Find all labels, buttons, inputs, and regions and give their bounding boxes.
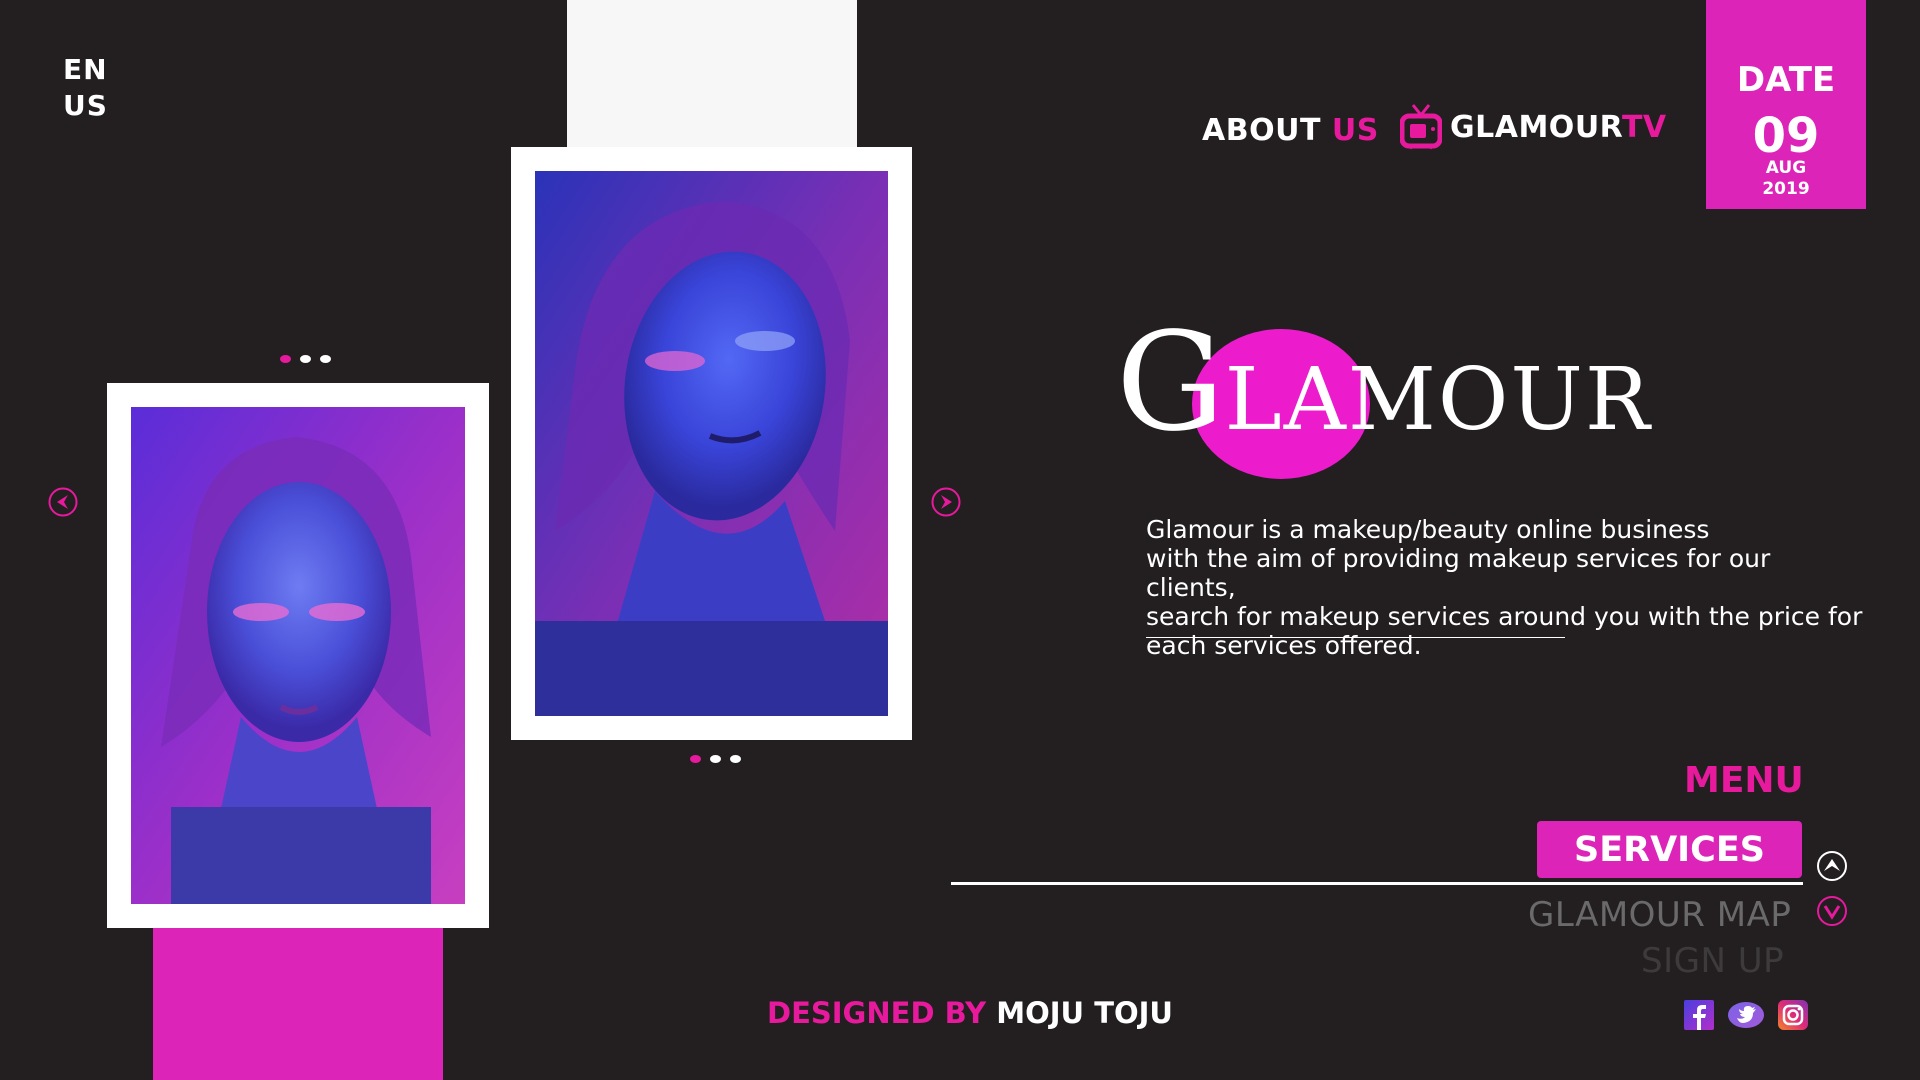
- photo-frame-left: [107, 383, 489, 928]
- decorative-white-block: [567, 0, 857, 150]
- carousel-dots-right[interactable]: [690, 755, 741, 763]
- tv-icon: [1400, 104, 1442, 150]
- date-day: 09: [1752, 108, 1820, 164]
- carousel-dot[interactable]: [690, 755, 701, 763]
- description-line: Glamour is a makeup/beauty online busine…: [1146, 515, 1710, 544]
- logo-rest: LAMOUR: [1224, 350, 1652, 450]
- social-links: [1684, 1000, 1808, 1030]
- carousel-dot[interactable]: [710, 755, 721, 763]
- chevron-down-icon[interactable]: [1816, 895, 1848, 927]
- decorative-pink-block: [153, 925, 443, 1080]
- description-line: with the aim of providing makeup service…: [1146, 544, 1771, 602]
- carousel-dots-left[interactable]: [280, 355, 331, 363]
- carousel-dot[interactable]: [300, 355, 311, 363]
- menu-item-sign-up[interactable]: SIGN UP: [1641, 941, 1784, 981]
- nav-tv-prefix: GLAMOUR: [1450, 109, 1622, 145]
- instagram-icon[interactable]: [1778, 1000, 1808, 1030]
- menu-divider: [951, 882, 1803, 885]
- model-photo-eyes-closed: [131, 407, 465, 904]
- designer-name: MOJU TOJU: [996, 996, 1173, 1030]
- description-line: each services offered.: [1146, 631, 1422, 660]
- twitter-icon[interactable]: [1728, 1000, 1764, 1030]
- arrow-left-icon[interactable]: [48, 487, 78, 517]
- description: Glamour is a makeup/beauty online busine…: [1146, 515, 1866, 660]
- glamour-logo: GLAMOUR: [1116, 315, 1650, 485]
- date-label: DATE: [1736, 60, 1836, 100]
- menu-item-services[interactable]: SERVICES: [1537, 821, 1802, 878]
- nav-tv-accent: TV: [1621, 109, 1667, 145]
- carousel-dot[interactable]: [730, 755, 741, 763]
- nav-about-us[interactable]: ABOUT US: [1202, 113, 1379, 148]
- designed-by-label: DESIGNED BY: [767, 996, 987, 1030]
- model-photo-looking-up: [535, 171, 888, 716]
- nav-about-accent: US: [1331, 113, 1379, 148]
- description-underline: [1146, 637, 1565, 638]
- description-line: search for makeup services around you wi…: [1146, 602, 1863, 631]
- language-line-1: EN: [63, 53, 108, 86]
- facebook-icon[interactable]: [1684, 1000, 1714, 1030]
- arrow-right-icon[interactable]: [931, 487, 961, 517]
- carousel-dot[interactable]: [320, 355, 331, 363]
- menu-item-glamour-map[interactable]: GLAMOUR MAP: [1528, 895, 1791, 935]
- date-badge: DATE 09 AUG 2019: [1706, 0, 1866, 209]
- nav-about-prefix: ABOUT: [1202, 113, 1321, 148]
- logo-first-letter: G: [1116, 304, 1225, 462]
- language-line-2: US: [63, 89, 108, 122]
- nav-glamour-tv[interactable]: GLAMOURTV: [1400, 103, 1667, 151]
- designer-credit: DESIGNED BY MOJU TOJU: [767, 996, 1173, 1030]
- date-year: 2019: [1762, 179, 1810, 199]
- menu-title: MENU: [1684, 760, 1804, 801]
- chevron-up-icon[interactable]: [1816, 850, 1848, 882]
- photo-frame-right: [511, 147, 912, 740]
- language-selector[interactable]: EN US: [63, 52, 108, 124]
- date-month: AUG: [1765, 158, 1807, 178]
- carousel-dot[interactable]: [280, 355, 291, 363]
